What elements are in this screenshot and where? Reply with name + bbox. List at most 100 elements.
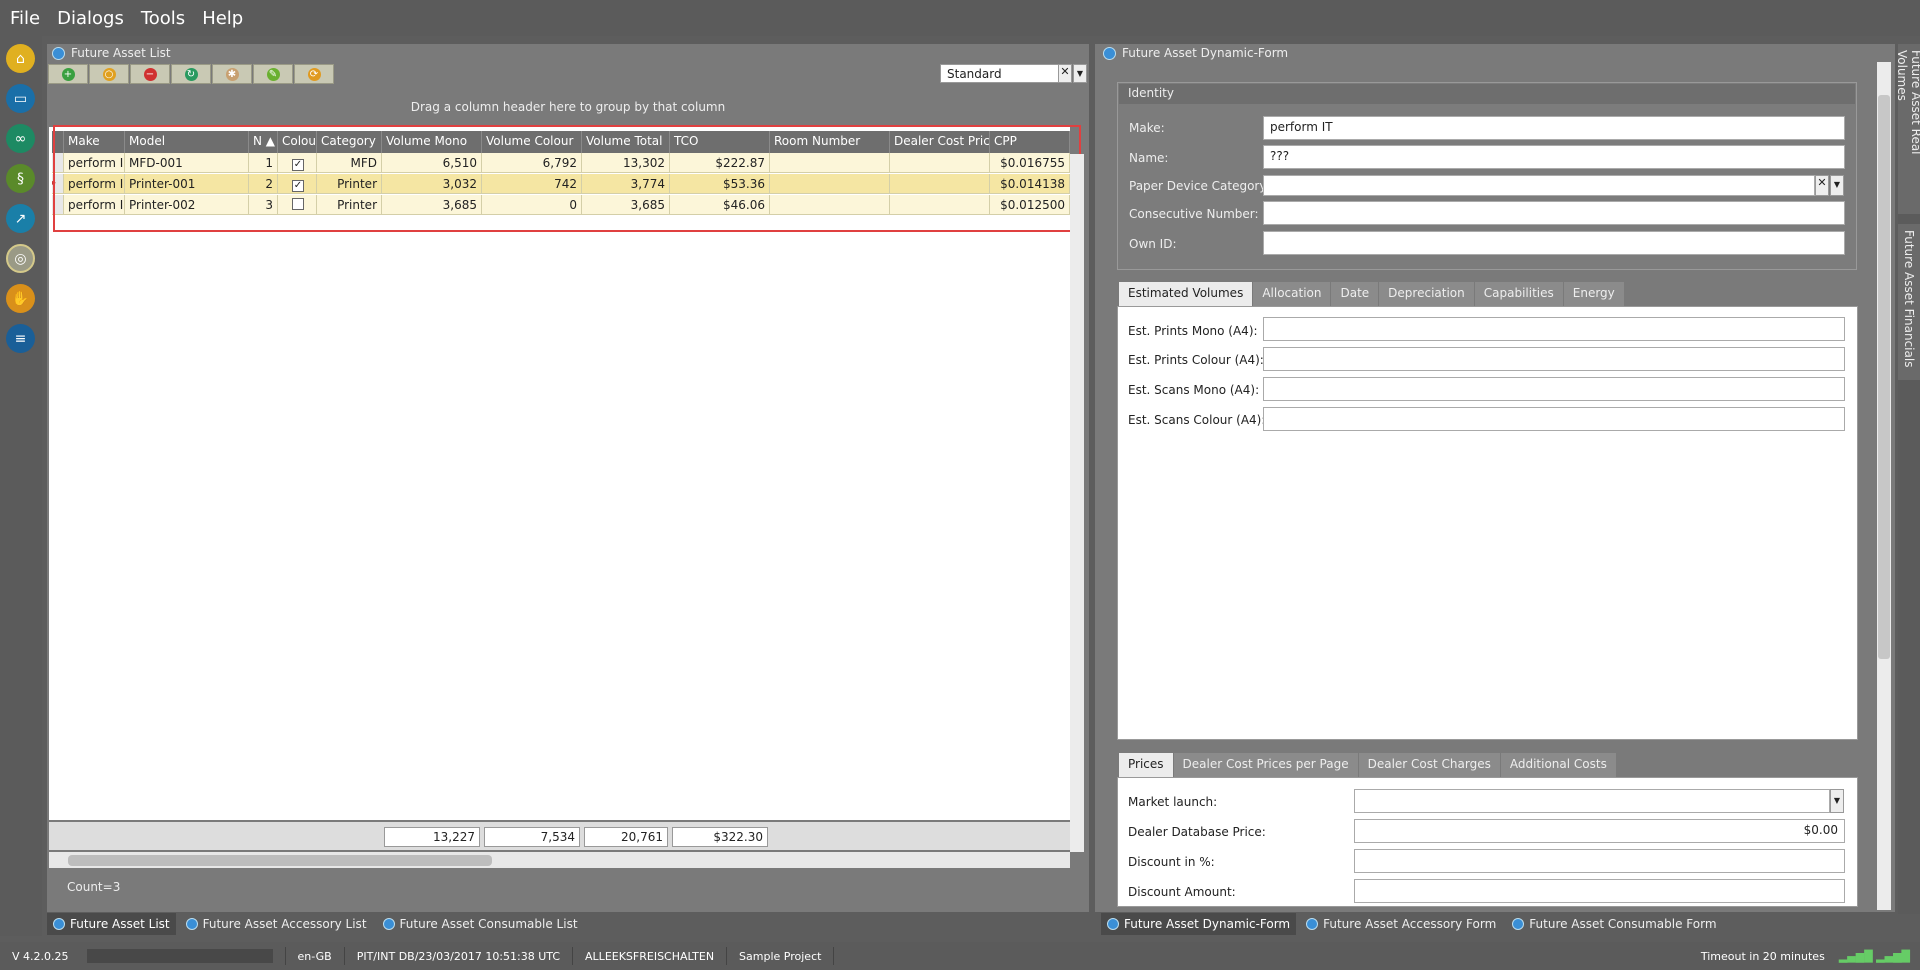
chevron-down-icon[interactable]: ▼ (1073, 64, 1087, 83)
total-volume-total: 20,761 (584, 827, 668, 847)
discount-percent-field[interactable] (1354, 849, 1845, 873)
tab-icon (382, 918, 395, 930)
consecutive-number-field[interactable] (1263, 201, 1845, 225)
copy-button[interactable]: ○ (89, 64, 129, 84)
tab-label: Future Asset List (70, 917, 170, 931)
separator (572, 947, 574, 965)
dealer-database-price-label: Dealer Database Price: (1128, 825, 1266, 839)
delete-button[interactable]: − (130, 64, 170, 84)
clear-category-icon[interactable]: ✕ (1815, 175, 1829, 196)
handshake-icon[interactable]: ✋ (6, 284, 35, 313)
make-label: Make: (1129, 121, 1165, 135)
tab-prices[interactable]: Prices (1119, 753, 1173, 778)
tab-future-asset-dynamic-form[interactable]: Future Asset Dynamic-Form (1101, 913, 1297, 935)
tab-allocation[interactable]: Allocation (1253, 282, 1331, 306)
own-id-field[interactable] (1263, 231, 1845, 255)
consecutive-number-label: Consecutive Number: (1129, 207, 1259, 221)
edit-button[interactable]: ✎ (253, 64, 293, 84)
separator (284, 947, 286, 965)
target-icon[interactable]: ◎ (6, 244, 35, 273)
name-field[interactable]: ??? (1263, 145, 1845, 169)
clear-combo-icon[interactable]: ✕ (1058, 64, 1072, 83)
est-scans-mono-field[interactable] (1263, 377, 1845, 401)
market-launch-dropdown-icon[interactable]: ▼ (1830, 789, 1844, 813)
record-count: Count=3 (67, 880, 121, 894)
settings-button[interactable]: ✱ (212, 64, 252, 84)
tab-energy[interactable]: Energy (1563, 282, 1624, 306)
menu-bar: File Dialogs Tools Help (0, 0, 1920, 36)
home-icon[interactable]: ⌂ (6, 44, 35, 73)
est-prints-colour-label: Est. Prints Colour (A4): (1128, 353, 1264, 367)
tab-additional-costs[interactable]: Additional Costs (1500, 753, 1616, 777)
database-label: PIT/INT DB/23/03/2017 10:51:38 UTC (356, 949, 561, 963)
est-prints-mono-field[interactable] (1263, 317, 1845, 341)
market-launch-select[interactable] (1354, 789, 1830, 813)
separator (343, 947, 345, 965)
progress-bar (86, 949, 273, 963)
tab-dealer-cost-charges[interactable]: Dealer Cost Charges (1358, 753, 1500, 777)
dealer-database-price-field[interactable]: $0.00 (1354, 819, 1845, 843)
tab-date[interactable]: Date (1331, 282, 1379, 306)
tab-label: Future Asset Dynamic-Form (1124, 917, 1291, 931)
tab-future-asset-list[interactable]: Future Asset List (47, 913, 176, 935)
chart-icon[interactable]: ↗ (6, 204, 35, 233)
grid-vertical-scrollbar[interactable] (1070, 154, 1084, 852)
menu-help[interactable]: Help (202, 8, 243, 29)
refresh-button[interactable]: ↻ (171, 64, 211, 84)
left-bottom-tabs: Future Asset List Future Asset Accessory… (47, 913, 588, 935)
tab-estimated-volumes[interactable]: Estimated Volumes (1119, 282, 1253, 307)
discount-amount-label: Discount Amount: (1128, 885, 1236, 899)
category-dropdown-icon[interactable]: ▼ (1830, 175, 1844, 196)
separator (726, 947, 728, 965)
tab-dealer-cost-prices-per-page[interactable]: Dealer Cost Prices per Page (1173, 753, 1358, 777)
tab-label: Future Asset Consumable Form (1529, 917, 1717, 931)
tab-icon (185, 918, 198, 930)
add-icon: + (61, 67, 75, 81)
side-tab-financials[interactable]: Future Asset Financials (1898, 224, 1920, 380)
make-field[interactable]: perform IT (1263, 116, 1845, 140)
folder-icon[interactable]: ▭ (6, 84, 35, 113)
est-prints-mono-label: Est. Prints Mono (A4): (1128, 324, 1258, 338)
project-label: Sample Project (739, 949, 822, 963)
identity-title: Identity (1119, 84, 1855, 104)
delete-icon: − (143, 67, 157, 81)
sync-button[interactable]: ⟳ (294, 64, 334, 84)
volume-tabs: Estimated Volumes Allocation Date Deprec… (1119, 282, 1625, 307)
menu-dialogs[interactable]: Dialogs (57, 8, 124, 29)
tab-future-asset-accessory-list[interactable]: Future Asset Accessory List (180, 913, 373, 935)
horizontal-scroll-thumb[interactable] (68, 855, 492, 866)
side-tab-real-volumes[interactable]: Future Asset Real Volumes (1895, 44, 1920, 214)
tab-label: Future Asset Consumable List (399, 917, 578, 931)
view-combo[interactable]: Standard (940, 64, 1060, 83)
group-hint: Drag a column header here to group by th… (410, 100, 726, 114)
right-bottom-tabs: Future Asset Dynamic-Form Future Asset A… (1101, 913, 1727, 935)
price-tabs: Prices Dealer Cost Prices per Page Deale… (1119, 753, 1617, 778)
signal-icon: ▂▄▆█ ▂▄▆█ (1838, 949, 1910, 963)
menu-tools[interactable]: Tools (141, 8, 185, 29)
scroll-icon[interactable]: § (6, 164, 35, 193)
est-scans-colour-field[interactable] (1263, 407, 1845, 431)
document-icon[interactable]: ≡ (6, 324, 35, 353)
user-label: ALLEEKSFREISCHALTEN (585, 949, 715, 963)
left-panel-title: Future Asset List (52, 44, 171, 62)
est-scans-mono-label: Est. Scans Mono (A4): (1128, 383, 1260, 397)
est-prints-colour-field[interactable] (1263, 347, 1845, 371)
total-volume-mono: 13,227 (384, 827, 480, 847)
category-select[interactable] (1263, 175, 1815, 196)
edit-icon: ✎ (266, 67, 280, 81)
binoculars-icon[interactable]: ∞ (6, 124, 35, 153)
name-label: Name: (1129, 151, 1169, 165)
tab-future-asset-consumable-form[interactable]: Future Asset Consumable Form (1506, 913, 1722, 935)
discount-amount-field[interactable] (1354, 879, 1845, 903)
tab-future-asset-consumable-list[interactable]: Future Asset Consumable List (377, 913, 584, 935)
menu-file[interactable]: File (10, 8, 40, 29)
form-scroll-thumb[interactable] (1878, 95, 1890, 659)
tab-depreciation[interactable]: Depreciation (1379, 282, 1474, 306)
tab-icon (1512, 918, 1525, 930)
separator (833, 947, 835, 965)
right-panel-title-text: Future Asset Dynamic-Form (1122, 46, 1289, 60)
side-tab-label: Future Asset Financials (1902, 230, 1916, 368)
tab-future-asset-accessory-form[interactable]: Future Asset Accessory Form (1300, 913, 1502, 935)
add-button[interactable]: + (48, 64, 88, 84)
tab-capabilities[interactable]: Capabilities (1474, 282, 1563, 306)
